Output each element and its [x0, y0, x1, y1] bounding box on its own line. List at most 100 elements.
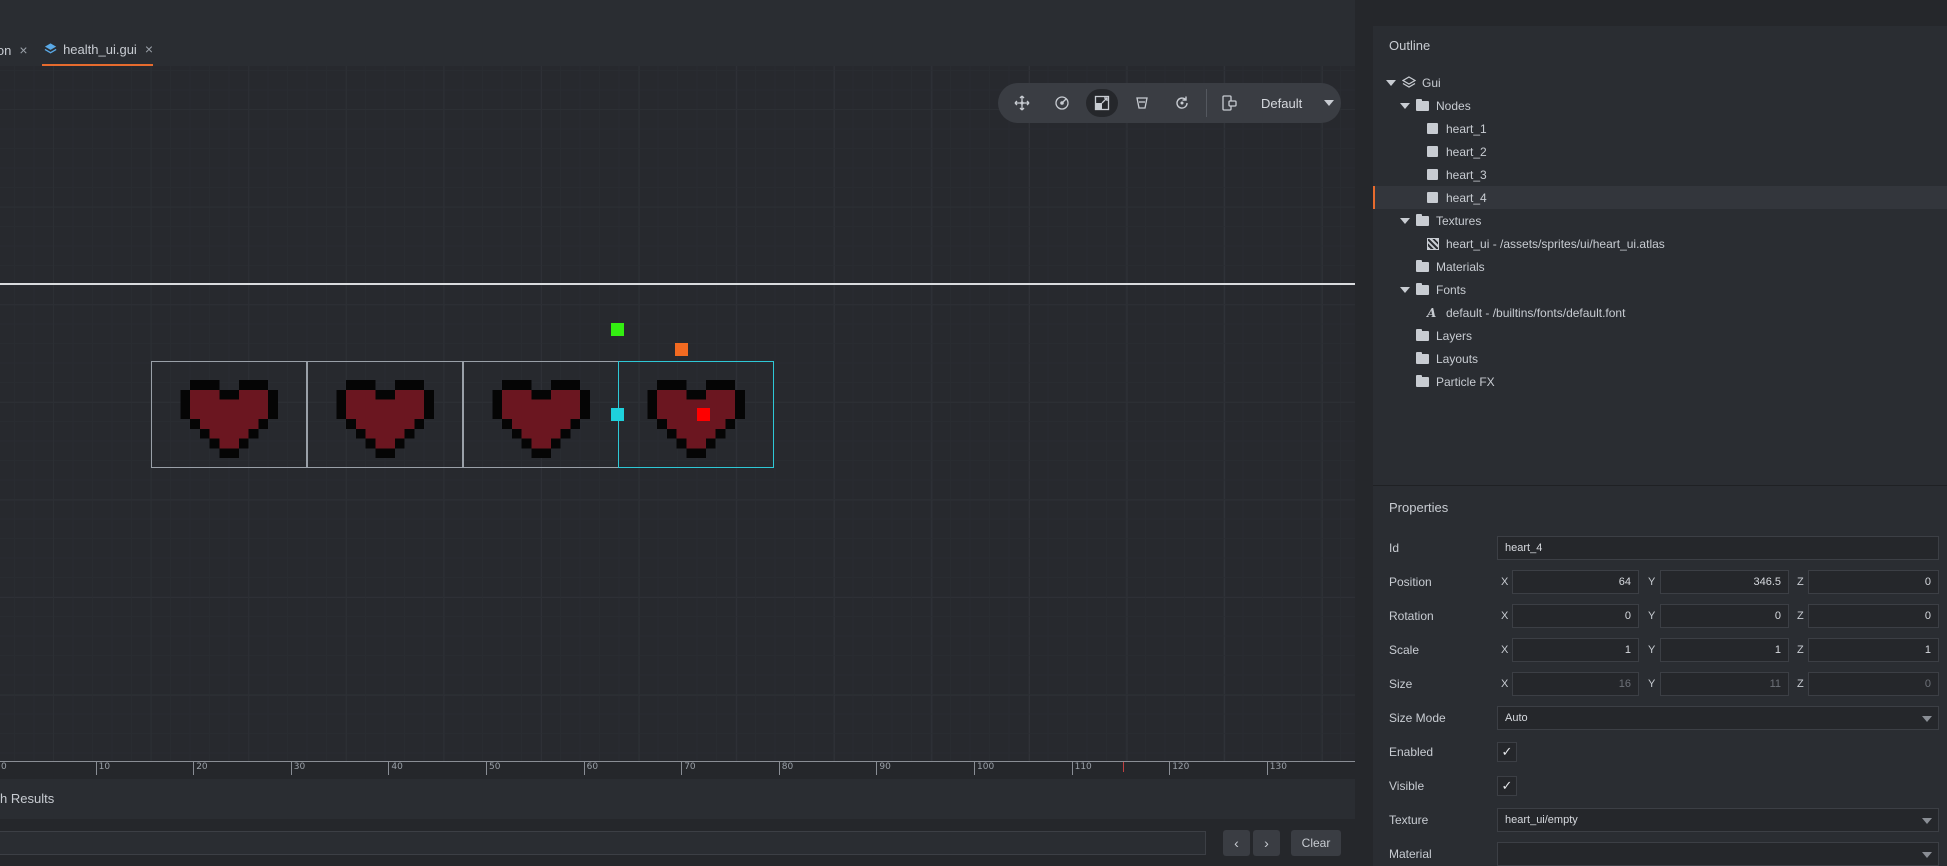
- scale-uniform-handle[interactable]: [675, 343, 688, 356]
- axis-label: Y: [1648, 678, 1656, 690]
- tab-previous[interactable]: ion ×: [0, 34, 28, 66]
- tab-health-ui-gui[interactable]: health_ui.gui ×: [42, 34, 153, 66]
- property-label: Position: [1389, 575, 1432, 589]
- close-icon[interactable]: ×: [145, 41, 153, 57]
- position-y-field[interactable]: 346.5: [1660, 570, 1789, 594]
- top-bar: [0, 0, 1373, 26]
- chevron-down-icon[interactable]: [1400, 286, 1410, 293]
- tree-label: heart_3: [1446, 167, 1487, 182]
- scale-y-handle[interactable]: [611, 323, 624, 336]
- next-result-button[interactable]: ›: [1253, 830, 1280, 856]
- pivot-handle[interactable]: [697, 408, 710, 421]
- tree-label: heart_1: [1446, 121, 1487, 136]
- chevron-down-icon[interactable]: [1400, 102, 1410, 109]
- tree-item-nodes[interactable]: Nodes: [1373, 94, 1947, 117]
- tree-item-heart-3[interactable]: heart_3: [1373, 163, 1947, 186]
- folder-icon: [1416, 282, 1429, 295]
- chevron-down-icon[interactable]: [1400, 217, 1410, 224]
- chevron-down-icon[interactable]: [1386, 79, 1396, 86]
- chevron-left-icon: ‹: [1234, 835, 1239, 851]
- property-label: Texture: [1389, 813, 1429, 827]
- layout-select[interactable]: Default: [1261, 96, 1302, 111]
- ruler-tick: 120: [1169, 762, 1189, 775]
- chevron-down-icon: [1922, 716, 1932, 722]
- clear-button[interactable]: Clear: [1291, 830, 1341, 856]
- axis-label: Z: [1797, 644, 1804, 656]
- tree-item-materials[interactable]: Materials: [1373, 255, 1947, 278]
- tree-item-heart-4[interactable]: heart_4: [1373, 186, 1947, 209]
- scale-z-field[interactable]: 1: [1808, 638, 1939, 662]
- box-node-icon: [1427, 192, 1438, 203]
- property-label: Enabled: [1389, 745, 1434, 759]
- ruler-tick: 80: [778, 762, 793, 775]
- size-mode-select[interactable]: Auto: [1497, 706, 1939, 730]
- tree-label: Particle FX: [1436, 374, 1495, 389]
- ruler-tick: 10: [95, 762, 110, 775]
- property-scale: Scale X 1 Y 1 Z 1: [1373, 638, 1947, 664]
- rotate-tool-button[interactable]: [1046, 89, 1078, 117]
- ruler-tick: 60: [583, 762, 598, 775]
- texture-select[interactable]: heart_ui/empty: [1497, 808, 1939, 832]
- rotation-y-field[interactable]: 0: [1660, 604, 1789, 628]
- ruler-tick: 50: [486, 762, 500, 775]
- position-x-field[interactable]: 64: [1512, 570, 1639, 594]
- property-position: Position X 64 Y 346.5 Z 0: [1373, 570, 1947, 596]
- heart-node-4[interactable]: [618, 361, 774, 468]
- tree-item-textures[interactable]: Textures: [1373, 209, 1947, 232]
- axis-label: Z: [1797, 678, 1804, 690]
- heart-node-1[interactable]: [151, 361, 307, 468]
- scene-viewport[interactable]: Default: [0, 66, 1355, 764]
- ruler-tick: 0: [0, 762, 7, 775]
- ruler-tick: 20: [193, 762, 208, 775]
- property-material: Material: [1373, 842, 1947, 866]
- tree-item-heart-2[interactable]: heart_2: [1373, 140, 1947, 163]
- panel-divider[interactable]: [1373, 485, 1947, 486]
- panel-splitter[interactable]: [1355, 0, 1373, 866]
- ruler-tick: 40: [388, 762, 403, 775]
- axis-label: Z: [1797, 610, 1804, 622]
- enabled-checkbox[interactable]: ✓: [1497, 742, 1517, 762]
- texture-value: heart_ui/empty: [1505, 814, 1578, 826]
- tree-item-heart-ui-atlas[interactable]: heart_ui - /assets/sprites/ui/heart_ui.a…: [1373, 232, 1947, 255]
- tree-item-particlefx[interactable]: Particle FX: [1373, 370, 1947, 393]
- bottom-panel: h Results ‹ › Clear: [0, 779, 1355, 866]
- atlas-icon: [1427, 237, 1439, 250]
- tree-item-layouts[interactable]: Layouts: [1373, 347, 1947, 370]
- heart-sprite: [492, 380, 590, 458]
- chevron-down-icon[interactable]: [1324, 100, 1335, 106]
- id-field[interactable]: heart_4: [1497, 536, 1939, 560]
- tree-label: default - /builtins/fonts/default.font: [1446, 305, 1626, 320]
- chevron-right-icon: ›: [1264, 835, 1269, 851]
- close-icon[interactable]: ×: [19, 42, 27, 58]
- layout-device-button[interactable]: [1213, 89, 1245, 117]
- previous-result-button[interactable]: ‹: [1223, 830, 1250, 856]
- heart-node-2[interactable]: [307, 361, 463, 468]
- position-z-field[interactable]: 0: [1808, 570, 1939, 594]
- tree-item-default-font[interactable]: A default - /builtins/fonts/default.font: [1373, 301, 1947, 324]
- box-node-icon: [1427, 169, 1438, 180]
- rotation-x-field[interactable]: 0: [1512, 604, 1639, 628]
- tree-item-fonts[interactable]: Fonts: [1373, 278, 1947, 301]
- anchor-tool-button[interactable]: [1126, 89, 1158, 117]
- refresh-tool-button[interactable]: [1166, 89, 1198, 117]
- tree-label: Nodes: [1436, 98, 1471, 113]
- search-results-input[interactable]: [0, 831, 1206, 855]
- tree-item-gui[interactable]: Gui: [1373, 71, 1947, 94]
- scale-y-field[interactable]: 1: [1660, 638, 1789, 662]
- scale-x-field[interactable]: 1: [1512, 638, 1639, 662]
- outline-title: Outline: [1389, 38, 1431, 53]
- heart-node-3[interactable]: [463, 361, 619, 468]
- axis-label: Z: [1797, 576, 1804, 588]
- scale-tool-button[interactable]: [1086, 89, 1118, 117]
- gui-icon: [1402, 75, 1416, 88]
- scale-x-handle[interactable]: [611, 408, 624, 421]
- visible-checkbox[interactable]: ✓: [1497, 776, 1517, 796]
- property-label: Scale: [1389, 643, 1420, 657]
- tree-item-heart-1[interactable]: heart_1: [1373, 117, 1947, 140]
- tree-item-layers[interactable]: Layers: [1373, 324, 1947, 347]
- rotation-z-field[interactable]: 0: [1808, 604, 1939, 628]
- tree-label: heart_ui - /assets/sprites/ui/heart_ui.a…: [1446, 236, 1665, 251]
- property-label: Size Mode: [1389, 711, 1446, 725]
- move-tool-button[interactable]: [1006, 89, 1038, 117]
- material-select[interactable]: [1497, 842, 1939, 866]
